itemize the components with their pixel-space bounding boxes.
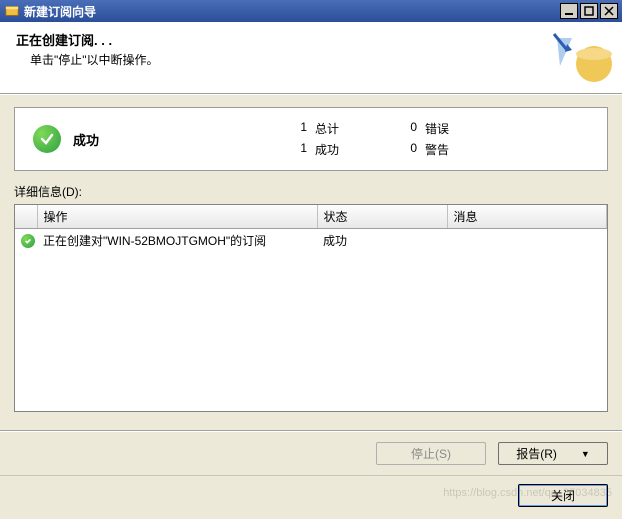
summary-panel: 成功 1 总计 0 错误 1 成功 0 警告 — [14, 107, 608, 171]
app-icon — [4, 3, 20, 19]
row-success-icon — [21, 234, 35, 248]
success-icon — [33, 125, 61, 153]
summary-status: 成功 — [73, 130, 143, 149]
row-message — [447, 229, 607, 253]
error-count: 0 — [395, 120, 425, 137]
titlebar: 新建订阅向导 — [0, 0, 622, 22]
col-icon-header[interactable] — [15, 205, 37, 229]
col-status-header[interactable]: 状态 — [317, 205, 447, 229]
row-status: 成功 — [317, 229, 447, 253]
table-row[interactable]: 正在创建对"WIN-52BMOJTGMOH"的订阅 成功 — [15, 229, 607, 253]
minimize-button[interactable] — [560, 3, 578, 19]
stop-button: 停止(S) — [376, 442, 486, 465]
details-table: 操作 状态 消息 正在创建对"WIN-52BMOJTGMOH"的订阅 成功 — [14, 204, 608, 412]
close-row: 关闭 — [0, 475, 622, 519]
summary-stats: 1 总计 0 错误 1 成功 0 警告 — [285, 120, 485, 158]
wizard-body: 成功 1 总计 0 错误 1 成功 0 警告 详细信息(D): 操作 状态 消息 — [0, 94, 622, 430]
warning-label: 警告 — [425, 141, 485, 158]
stop-button-label: 停止(S) — [411, 445, 451, 462]
success-label: 成功 — [315, 141, 395, 158]
total-count: 1 — [285, 120, 315, 137]
wizard-header: 正在创建订阅. . . 单击"停止"以中断操作。 — [0, 22, 622, 94]
report-button-label: 报告(R) — [516, 445, 557, 462]
report-button[interactable]: 报告(R) ▼ — [498, 442, 608, 465]
page-title: 正在创建订阅. . . — [16, 30, 606, 49]
button-row: 停止(S) 报告(R) ▼ — [0, 432, 622, 475]
details-label: 详细信息(D): — [14, 183, 608, 200]
close-button[interactable]: 关闭 — [518, 484, 608, 507]
window-controls — [560, 3, 618, 19]
warning-count: 0 — [395, 141, 425, 158]
row-operation: 正在创建对"WIN-52BMOJTGMOH"的订阅 — [37, 229, 317, 253]
total-label: 总计 — [315, 120, 395, 137]
header-graphic — [552, 30, 612, 86]
maximize-button[interactable] — [580, 3, 598, 19]
col-operation-header[interactable]: 操作 — [37, 205, 317, 229]
success-count: 1 — [285, 141, 315, 158]
window-title: 新建订阅向导 — [24, 3, 560, 20]
page-subtitle: 单击"停止"以中断操作。 — [30, 51, 606, 68]
dropdown-arrow-icon: ▼ — [581, 449, 590, 459]
close-window-button[interactable] — [600, 3, 618, 19]
error-label: 错误 — [425, 120, 485, 137]
col-message-header[interactable]: 消息 — [447, 205, 607, 229]
